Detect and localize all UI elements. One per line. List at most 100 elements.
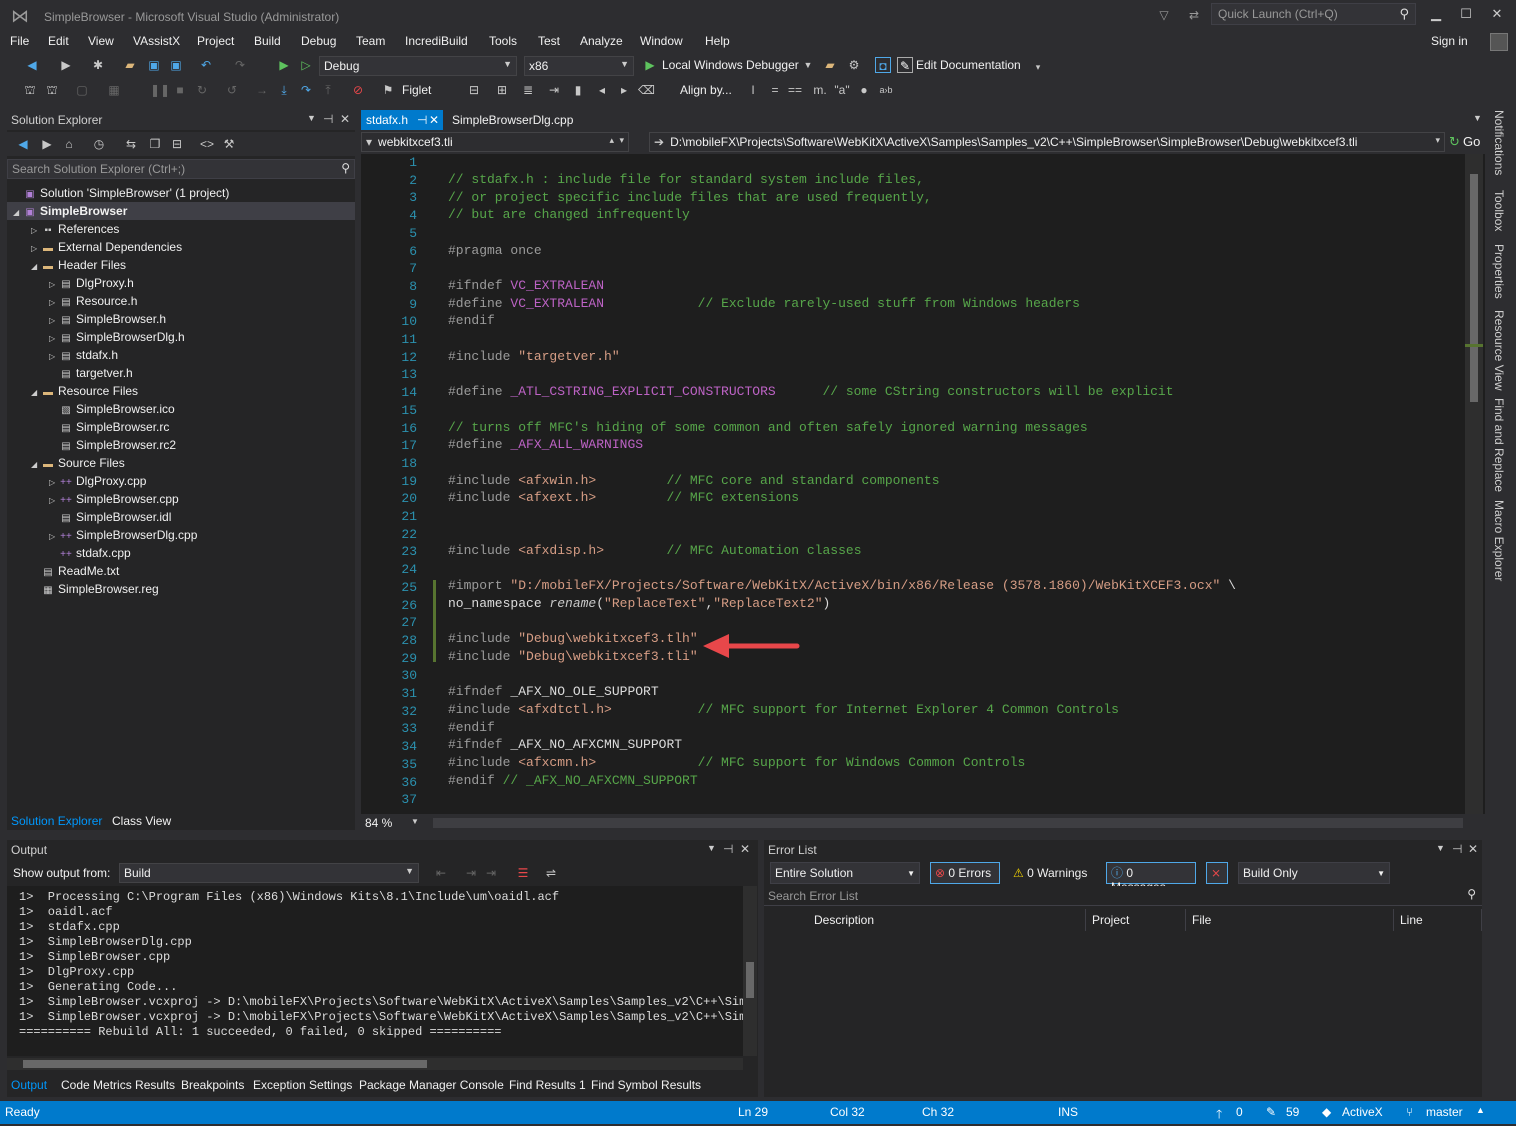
- align-ab-icon[interactable]: a›b: [878, 82, 894, 98]
- word-wrap-icon[interactable]: ⇌: [543, 865, 559, 881]
- side-tab-properties[interactable]: Properties: [1492, 244, 1506, 299]
- warnings-filter-button[interactable]: ⚠ 0 Warnings: [1008, 862, 1100, 884]
- goto-last-icon[interactable]: ⇥: [483, 865, 499, 881]
- clean-icon[interactable]: ▢: [74, 82, 90, 98]
- align-by-button[interactable]: Align by...: [680, 83, 732, 97]
- toolbar-overflow-icon[interactable]: ▾: [1030, 59, 1046, 75]
- tree-item[interactable]: ▣ Solution 'SimpleBrowser' (1 project): [7, 184, 355, 202]
- align-double-equals-icon[interactable]: ==: [787, 82, 803, 98]
- local-windows-debugger-button[interactable]: Local Windows Debugger: [662, 58, 799, 72]
- copy-icon[interactable]: ❐: [147, 136, 163, 152]
- grid-icon[interactable]: ▦: [106, 82, 122, 98]
- step-over-icon[interactable]: ↷: [298, 82, 314, 98]
- editor-horizontal-scrollbar[interactable]: [433, 818, 1463, 828]
- close-icon[interactable]: ✕: [429, 110, 439, 130]
- nav-path-select[interactable]: ➔ D:\mobileFX\Projects\Software\WebKitX\A…: [649, 132, 1445, 152]
- align-cursor-icon[interactable]: I: [745, 82, 761, 98]
- column-project[interactable]: Project: [1086, 909, 1186, 931]
- chevron-up-icon[interactable]: ▲: [1476, 1105, 1485, 1115]
- output-vertical-scrollbar[interactable]: [743, 886, 757, 1056]
- menu-test[interactable]: Test: [538, 34, 560, 48]
- stop-icon[interactable]: ■: [172, 82, 188, 98]
- align-quote-icon[interactable]: "a": [834, 82, 850, 98]
- uncomment-icon[interactable]: ⊞: [494, 82, 510, 98]
- new-project-icon[interactable]: ✱: [90, 57, 106, 73]
- close-icon[interactable]: ✕: [1468, 842, 1478, 856]
- side-tab-find-replace[interactable]: Find and Replace: [1492, 398, 1506, 492]
- undo-icon[interactable]: ↶: [198, 57, 214, 73]
- tree-item[interactable]: ▤ SimpleBrowser.rc2: [7, 436, 355, 454]
- align-member-icon[interactable]: m.: [812, 82, 828, 98]
- code-area[interactable]: 1 2 3 4 5 6 7 8 9 10 11 12 13 14 15 16 17 18 19 20 21 22 23 24 2…: [361, 154, 1485, 814]
- minimize-button[interactable]: ▁: [1423, 4, 1449, 24]
- bookmark-icon[interactable]: ▮: [570, 82, 586, 98]
- tree-item[interactable]: ▷ ▤ SimpleBrowser.h: [7, 310, 355, 328]
- status-repository[interactable]: ActiveX: [1342, 1105, 1383, 1119]
- menu-help[interactable]: Help: [705, 34, 730, 48]
- start-without-debug-icon[interactable]: ▷: [298, 57, 314, 73]
- dropdown-icon[interactable]: ▼: [1436, 843, 1445, 853]
- side-tab-toolbox[interactable]: Toolbox: [1492, 190, 1506, 231]
- side-tab-macro-explorer[interactable]: Macro Explorer: [1492, 500, 1506, 581]
- menu-debug[interactable]: Debug: [301, 34, 336, 48]
- chevron-down-icon[interactable]: ▼: [800, 57, 816, 73]
- tree-item[interactable]: ▧ SimpleBrowser.ico: [7, 400, 355, 418]
- tree-item[interactable]: ++ stdafx.cpp: [7, 544, 355, 562]
- status-branch[interactable]: master: [1426, 1105, 1463, 1119]
- status-unpushed[interactable]: 0: [1236, 1105, 1243, 1119]
- error-list-search-input[interactable]: Search Error List ⚲: [764, 886, 1482, 906]
- dropdown-icon[interactable]: ▼: [307, 113, 316, 123]
- rebuild-icon[interactable]: ⛫: [44, 82, 60, 98]
- chevron-down-icon[interactable]: ▼: [411, 817, 419, 826]
- scrollbar-thumb[interactable]: [746, 962, 754, 998]
- step-into-icon[interactable]: ⤓: [276, 82, 292, 98]
- tab-find-symbol-results[interactable]: Find Symbol Results: [587, 1076, 705, 1094]
- disable-breakpoints-icon[interactable]: ⊘: [350, 82, 366, 98]
- dropdown-icon[interactable]: ▼: [707, 843, 716, 853]
- show-next-icon[interactable]: →: [254, 82, 270, 98]
- tree-item[interactable]: ▷ ▤ stdafx.h: [7, 346, 355, 364]
- step-out-icon[interactable]: ⤒: [320, 82, 336, 98]
- tab-find-results[interactable]: Find Results 1: [505, 1076, 590, 1094]
- editor-vertical-scrollbar[interactable]: [1465, 154, 1483, 814]
- tree-item[interactable]: ▷ ▬ External Dependencies: [7, 238, 355, 256]
- settings-icon[interactable]: ⚙: [846, 57, 862, 73]
- collapse-all-icon[interactable]: ⊟: [169, 136, 185, 152]
- account-icon[interactable]: [1490, 33, 1508, 51]
- next-bookmark-icon[interactable]: ▸: [616, 82, 632, 98]
- pin-icon[interactable]: ⊣: [1452, 842, 1462, 856]
- filter-icon[interactable]: ▽: [1156, 7, 1172, 23]
- hot-reload-icon[interactable]: ↺: [224, 82, 240, 98]
- output-source-select[interactable]: Build ▼: [119, 863, 419, 883]
- prev-bookmark-icon[interactable]: ◂: [594, 82, 610, 98]
- tree-item[interactable]: ▷ ▤ SimpleBrowserDlg.h: [7, 328, 355, 346]
- column-file[interactable]: File: [1186, 909, 1394, 931]
- goto-next-icon[interactable]: ⇥: [463, 865, 479, 881]
- error-scope-select[interactable]: Entire Solution ▼: [770, 862, 920, 884]
- circle-icon[interactable]: ●: [856, 82, 872, 98]
- messages-filter-button[interactable]: ⓘ 0 Messages: [1106, 862, 1196, 894]
- tree-item[interactable]: ▤ ReadMe.txt: [7, 562, 355, 580]
- clear-all-icon[interactable]: ☰: [515, 865, 531, 881]
- zoom-level[interactable]: 84 %: [365, 816, 392, 830]
- code-view-icon[interactable]: <>: [199, 136, 215, 152]
- tab-package-manager[interactable]: Package Manager Console: [355, 1076, 508, 1094]
- back-icon[interactable]: ◀: [24, 57, 40, 73]
- pin-icon[interactable]: ⊣: [323, 112, 333, 126]
- tab-solution-explorer[interactable]: Solution Explorer: [7, 812, 106, 830]
- open-file-icon[interactable]: ▰: [122, 57, 138, 73]
- quick-launch-input[interactable]: Quick Launch (Ctrl+Q) ⚲: [1211, 3, 1416, 25]
- tree-item[interactable]: ▷ ++ SimpleBrowser.cpp: [7, 490, 355, 508]
- status-changes[interactable]: 59: [1286, 1105, 1299, 1119]
- tab-breakpoints[interactable]: Breakpoints: [177, 1076, 248, 1094]
- menu-team[interactable]: Team: [356, 34, 385, 48]
- feedback-icon[interactable]: ⇄: [1186, 7, 1202, 23]
- restart-icon[interactable]: ↻: [194, 82, 210, 98]
- menu-view[interactable]: View: [88, 34, 114, 48]
- configuration-select[interactable]: Debug ▼: [319, 56, 517, 76]
- close-icon[interactable]: ✕: [340, 112, 350, 126]
- build-filter-select[interactable]: Build Only ▼: [1238, 862, 1390, 884]
- tree-item[interactable]: ▷ ▪▪ References: [7, 220, 355, 238]
- pause-icon[interactable]: ❚❚: [150, 82, 170, 98]
- tree-item[interactable]: ◢ ▬ Header Files: [7, 256, 355, 274]
